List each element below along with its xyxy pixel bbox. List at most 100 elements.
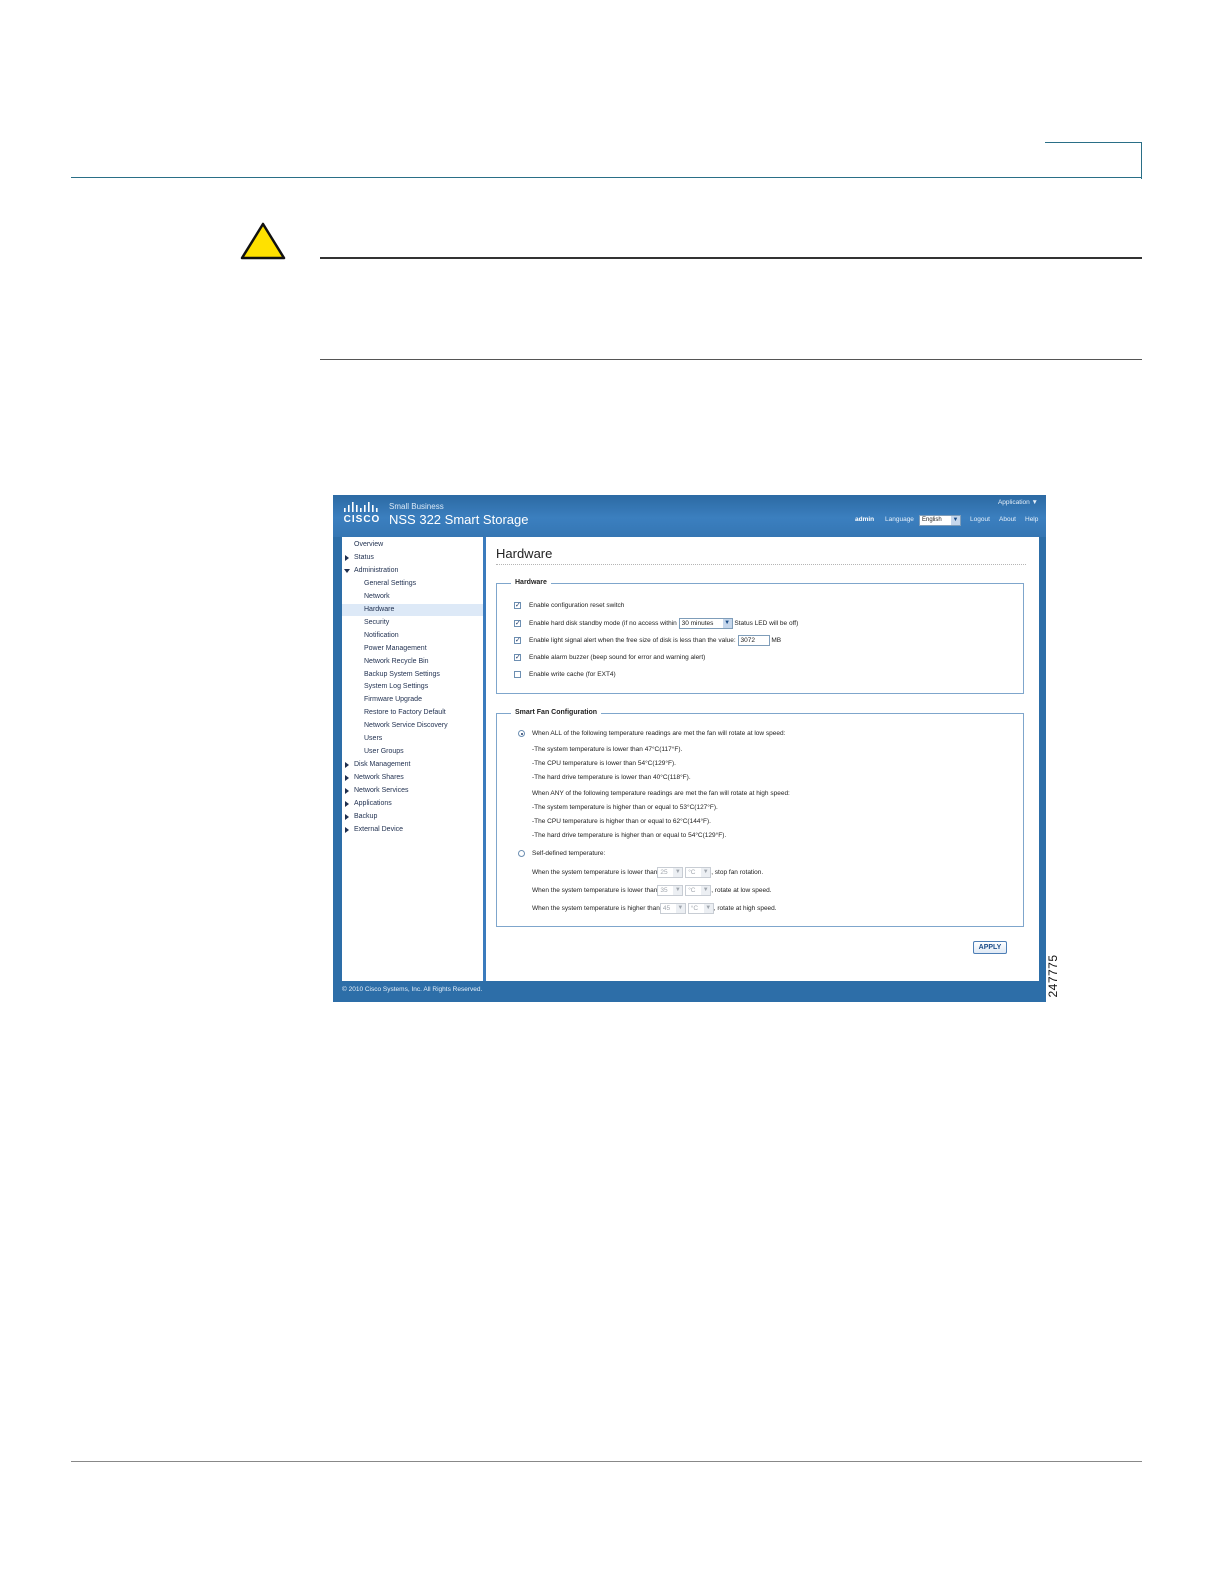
- temperature-unit-select[interactable]: °C ▼: [685, 885, 712, 896]
- logout-link[interactable]: Logout: [970, 516, 990, 523]
- hardware-fieldset: Hardware ✓ Enable configuration reset sw…: [496, 578, 1024, 694]
- apply-button[interactable]: APPLY: [973, 941, 1007, 954]
- footer-rule: [71, 1461, 1142, 1462]
- caution-rule-top: [320, 257, 1142, 259]
- sidebar-item-label: Disk Management: [354, 761, 411, 769]
- sidebar-item[interactable]: Overview: [342, 539, 483, 551]
- sidebar-item-label: Power Management: [364, 644, 427, 652]
- write-cache-label: Enable write cache (for EXT4): [529, 671, 616, 678]
- language-select[interactable]: English ▼: [919, 515, 961, 526]
- sidebar-item[interactable]: Network Service Discovery: [342, 720, 483, 732]
- self-row-label: When the system temperature is lower tha…: [532, 887, 658, 895]
- sidebar-item[interactable]: Backup System Settings: [342, 669, 483, 681]
- sidebar-item[interactable]: Firmware Upgrade: [342, 694, 483, 706]
- temperature-value-select[interactable]: 35 ▼: [657, 885, 684, 896]
- fan-high-line-text: -The CPU temperature is higher than or e…: [532, 818, 711, 825]
- self-row-suffix: , stop fan rotation.: [711, 869, 764, 877]
- standby-label: Enable hard disk standby mode (if no acc…: [529, 620, 677, 628]
- sidebar-item[interactable]: Administration: [342, 565, 483, 577]
- sidebar-item[interactable]: User Groups: [342, 746, 483, 758]
- temperature-value-select[interactable]: 45 ▼: [659, 903, 686, 914]
- light-alert-input[interactable]: 3072: [737, 635, 770, 646]
- sidebar-item-label: Network Service Discovery: [364, 722, 448, 730]
- temperature-unit-select[interactable]: °C ▼: [687, 903, 714, 914]
- sidebar-item-label: General Settings: [364, 579, 417, 587]
- sidebar-item[interactable]: External Device: [342, 824, 483, 836]
- hardware-legend: Hardware: [511, 578, 551, 588]
- nss-hardware-screenshot: CISCO Small Business NSS 322 Smart Stora…: [333, 495, 1046, 1002]
- chevron-down-icon: ▼: [703, 904, 713, 913]
- temperature-value-select[interactable]: 25 ▼: [657, 867, 684, 878]
- sidebar-item-label: External Device: [354, 825, 404, 833]
- triangle-right-icon[interactable]: [345, 762, 349, 769]
- sidebar-item-label: Hardware: [364, 605, 395, 613]
- triangle-right-icon[interactable]: [345, 788, 349, 795]
- sidebar: Overview Status Administration General Sett…: [342, 537, 483, 981]
- standby-select[interactable]: 30 minutes ▼: [678, 618, 733, 629]
- fan-auto-label: When ALL of the following temperature re…: [532, 730, 786, 737]
- sidebar-item[interactable]: Network: [342, 591, 483, 603]
- sidebar-item[interactable]: Network Shares: [342, 772, 483, 784]
- triangle-right-icon[interactable]: [345, 775, 349, 782]
- sidebar-item[interactable]: Backup: [342, 811, 483, 823]
- chevron-down-icon: ▼: [722, 619, 732, 628]
- fan-low-line-text: -The CPU temperature is lower than 54°C(…: [532, 760, 676, 767]
- triangle-right-icon[interactable]: [345, 813, 349, 820]
- sidebar-item[interactable]: General Settings: [342, 578, 483, 590]
- application-menu[interactable]: Application ▼: [998, 499, 1038, 506]
- reset-switch-checkbox[interactable]: ✓: [514, 602, 521, 609]
- sidebar-item[interactable]: Notification: [342, 630, 483, 642]
- triangle-right-icon[interactable]: [345, 826, 349, 833]
- temperature-unit-select[interactable]: °C ▼: [685, 867, 712, 878]
- sidebar-item[interactable]: Restore to Factory Default: [342, 707, 483, 719]
- sidebar-item[interactable]: Hardware: [342, 603, 483, 616]
- chapter-tab: [1045, 142, 1142, 179]
- triangle-right-icon[interactable]: [345, 554, 349, 561]
- sidebar-item[interactable]: Network Recycle Bin: [342, 656, 483, 668]
- main-panel: Hardware Hardware ✓ Enable configuration…: [486, 537, 1039, 981]
- standby-checkbox[interactable]: ✓: [514, 620, 521, 627]
- sidebar-item-label: Notification: [364, 631, 399, 639]
- sidebar-item-label: Network: [364, 592, 390, 600]
- smart-fan-fieldset: Smart Fan Configuration When ALL of the …: [496, 708, 1024, 927]
- triangle-down-icon[interactable]: [344, 568, 350, 573]
- fan-self-radio[interactable]: [518, 850, 525, 857]
- standby-suffix: Status LED will be off): [734, 620, 799, 628]
- sidebar-item[interactable]: Power Management: [342, 643, 483, 655]
- cisco-logo: CISCO: [342, 502, 382, 525]
- sidebar-item[interactable]: System Log Settings: [342, 681, 483, 693]
- fan-auto-radio[interactable]: [518, 730, 525, 737]
- self-row-label: When the system temperature is lower tha…: [532, 869, 658, 877]
- sidebar-item-label: Overview: [354, 541, 384, 548]
- light-alert-checkbox[interactable]: ✓: [514, 637, 521, 644]
- sidebar-item-label: Applications: [354, 800, 392, 807]
- sidebar-item-label: User Groups: [364, 748, 404, 756]
- language-label: Language: [885, 516, 914, 523]
- chevron-down-icon: ▼: [701, 886, 711, 895]
- help-link[interactable]: Help: [1025, 516, 1038, 523]
- light-alert-unit: MB: [771, 637, 782, 645]
- write-cache-checkbox[interactable]: [514, 671, 521, 678]
- sidebar-item[interactable]: Users: [342, 733, 483, 745]
- title-divider: [496, 564, 1026, 565]
- sidebar-item[interactable]: Network Services: [342, 785, 483, 797]
- fan-high-line-text: -The hard drive temperature is higher th…: [532, 832, 727, 839]
- caution-rule-bottom: [320, 359, 1142, 360]
- sidebar-item[interactable]: Security: [342, 617, 483, 629]
- temperature-value: 45: [662, 905, 671, 912]
- temperature-value: 25: [660, 869, 668, 876]
- fan-high-intro-text: When ANY of the following temperature re…: [532, 790, 790, 797]
- sidebar-item-label: Backup: [354, 812, 378, 820]
- copyright-footer: © 2010 Cisco Systems, Inc. All Rights Re…: [342, 986, 483, 993]
- header-rule: [71, 177, 1142, 178]
- triangle-right-icon[interactable]: [345, 801, 349, 807]
- buzzer-checkbox[interactable]: ✓: [514, 654, 521, 661]
- chevron-down-icon: ▼: [673, 886, 683, 895]
- about-link[interactable]: About: [999, 516, 1016, 523]
- sidebar-item[interactable]: Disk Management: [342, 759, 483, 771]
- cisco-wordmark: CISCO: [343, 514, 381, 525]
- sidebar-item[interactable]: Applications: [342, 798, 483, 810]
- sidebar-item-label: Administration: [354, 566, 399, 574]
- sidebar-item-label: System Log Settings: [364, 683, 429, 691]
- sidebar-item[interactable]: Status: [342, 552, 483, 564]
